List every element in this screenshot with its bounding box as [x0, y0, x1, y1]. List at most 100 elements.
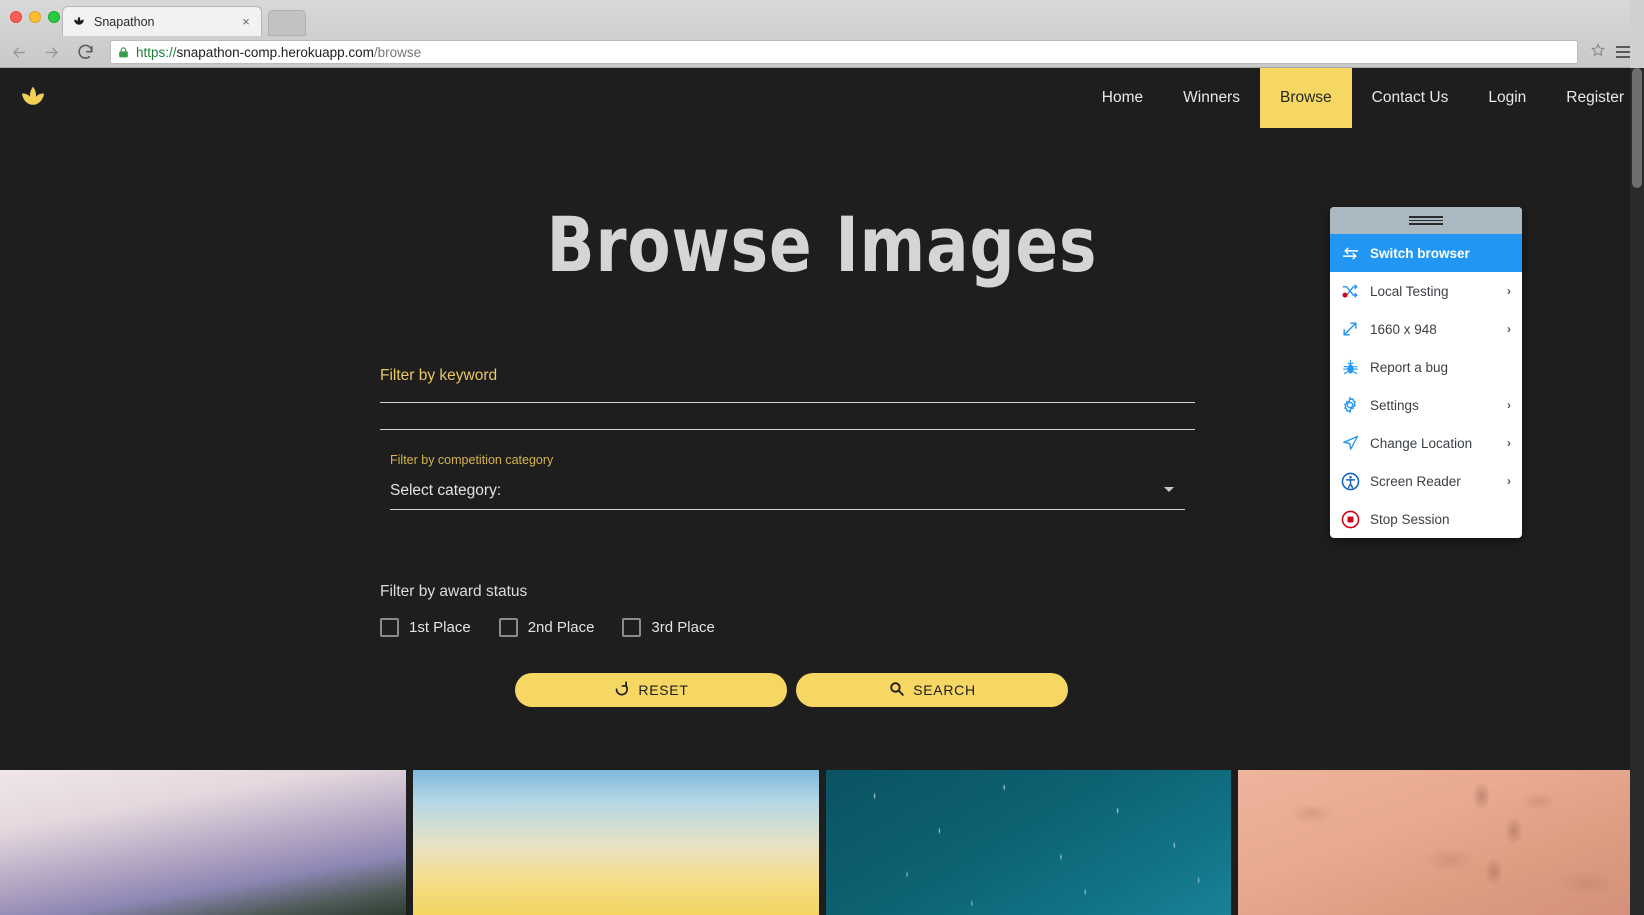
checkbox-box[interactable] [622, 618, 642, 637]
bug-icon [1339, 356, 1361, 378]
lock-icon [117, 45, 130, 60]
starry-teal-sky-thumbnail[interactable] [825, 770, 1232, 915]
new-tab-button[interactable] [268, 10, 306, 36]
panel-item-resolution[interactable]: 1660 x 948 › [1330, 310, 1522, 348]
accessibility-icon [1339, 470, 1361, 492]
reset-refresh-icon [613, 680, 630, 700]
tab-title: Snapathon [94, 14, 155, 29]
panel-item-label: Switch browser [1370, 245, 1470, 261]
award-checkbox-3rd-place[interactable]: 3rd Place [622, 618, 715, 637]
site-navigation: Home Winners Browse Contact Us Login Reg… [1082, 68, 1644, 128]
location-arrow-icon [1339, 432, 1361, 454]
panel-item-screen-reader[interactable]: Screen Reader › [1330, 462, 1522, 500]
category-select[interactable]: Select category: [390, 478, 1185, 504]
search-button-label: SEARCH [913, 682, 976, 698]
panel-item-label: Stop Session [1370, 511, 1450, 527]
search-magnifier-icon [888, 680, 905, 700]
panel-item-report-a-bug[interactable]: Report a bug [1330, 348, 1522, 386]
award-filter-label: Filter by award status [380, 583, 528, 600]
tab-close-icon[interactable]: × [239, 15, 253, 29]
filter-actions: RESET SEARCH [515, 673, 1068, 707]
reset-button-label: RESET [638, 682, 689, 698]
bookmark-star-icon[interactable] [1590, 42, 1606, 63]
page-viewport: Home Winners Browse Contact Us Login Reg… [0, 68, 1644, 915]
switch-browser-icon [1339, 242, 1361, 264]
navigation-toolbar: https://snapathon-comp.herokuapp.com/bro… [0, 36, 1644, 68]
nav-item-winners[interactable]: Winners [1163, 68, 1260, 128]
award-checkbox-group: 1st Place 2nd Place 3rd Place [380, 618, 880, 637]
window-controls[interactable] [10, 11, 60, 23]
award-checkbox-2nd-place[interactable]: 2nd Place [498, 618, 595, 637]
page-scrollbar[interactable] [1630, 68, 1644, 915]
chevron-right-icon: › [1507, 322, 1511, 336]
keyword-filter-label: Filter by keyword [380, 367, 498, 384]
category-filter-label: Filter by competition category [390, 453, 554, 467]
keyword-search-input[interactable] [380, 402, 1195, 403]
maximize-window-button[interactable] [48, 11, 60, 23]
minimize-window-button[interactable] [29, 11, 41, 23]
resize-icon [1339, 318, 1361, 340]
category-filter-field: Filter by competition category Select ca… [390, 453, 1185, 510]
browser-tab[interactable]: Snapathon × [62, 6, 262, 36]
desert-sand-footprints-thumbnail[interactable] [1238, 770, 1644, 915]
chevron-down-icon [1164, 487, 1174, 492]
url-scheme: https:// [136, 44, 177, 60]
category-select-underline [390, 509, 1185, 510]
sunset-sky-thumbnail[interactable] [412, 770, 819, 915]
checkbox-box[interactable] [498, 618, 518, 637]
panel-item-label: Change Location [1370, 435, 1473, 451]
award-checkbox-label: 2nd Place [527, 619, 595, 636]
panel-item-label: Screen Reader [1370, 473, 1461, 489]
category-select-value: Select category: [390, 482, 502, 499]
image-gallery-strip [0, 770, 1644, 915]
url-host: snapathon-comp.herokuapp.com [176, 44, 374, 60]
drag-handle-icon [1409, 216, 1443, 225]
lotus-logo-icon[interactable] [16, 81, 50, 115]
panel-drag-handle[interactable] [1330, 207, 1522, 234]
panel-item-label: 1660 x 948 [1370, 321, 1437, 337]
keyword-filter-field: Filter by keyword [380, 367, 1195, 430]
address-bar[interactable]: https://snapathon-comp.herokuapp.com/bro… [110, 40, 1578, 64]
reset-button[interactable]: RESET [515, 673, 787, 707]
local-testing-icon [1339, 280, 1361, 302]
scrollbar-thumb[interactable] [1632, 68, 1642, 188]
nav-item-contact-us[interactable]: Contact Us [1352, 68, 1469, 128]
lotus-favicon-icon [71, 14, 87, 30]
tab-strip: Snapathon × [0, 0, 1644, 36]
panel-item-settings[interactable]: Settings › [1330, 386, 1522, 424]
keyword-input-underline [380, 429, 1195, 430]
gear-icon [1339, 394, 1361, 416]
url-path: /browse [373, 44, 422, 60]
panel-item-label: Settings [1370, 397, 1419, 413]
panel-item-local-testing[interactable]: Local Testing › [1330, 272, 1522, 310]
reload-icon[interactable] [72, 39, 98, 65]
browserstack-local-panel: Switch browser Local Testing › 1660 x 94… [1330, 207, 1522, 538]
panel-item-stop-session[interactable]: Stop Session [1330, 500, 1522, 538]
award-filter-field: Filter by award status 1st Place 2nd Pla… [380, 583, 880, 637]
award-checkbox-label: 3rd Place [651, 619, 715, 636]
nav-item-home[interactable]: Home [1082, 68, 1163, 128]
panel-item-label: Report a bug [1370, 359, 1449, 375]
forward-arrow-icon[interactable] [38, 39, 64, 65]
site-header: Home Winners Browse Contact Us Login Reg… [0, 68, 1644, 128]
nav-item-login[interactable]: Login [1468, 68, 1546, 128]
chevron-right-icon: › [1507, 474, 1511, 488]
panel-item-label: Local Testing [1370, 283, 1449, 299]
panel-item-switch-browser[interactable]: Switch browser [1330, 234, 1522, 272]
nav-item-browse[interactable]: Browse [1259, 68, 1352, 128]
checkbox-box[interactable] [380, 618, 399, 637]
award-checkbox-1st-place[interactable]: 1st Place [380, 618, 471, 637]
url-text: https://snapathon-comp.herokuapp.com/bro… [136, 45, 421, 60]
stop-session-icon [1339, 508, 1361, 530]
mountain-landscape-thumbnail[interactable] [0, 770, 406, 915]
chevron-right-icon: › [1507, 436, 1511, 450]
award-checkbox-label: 1st Place [409, 619, 471, 636]
chevron-right-icon: › [1507, 284, 1511, 298]
search-button[interactable]: SEARCH [796, 673, 1068, 707]
panel-item-change-location[interactable]: Change Location › [1330, 424, 1522, 462]
close-window-button[interactable] [10, 11, 22, 23]
chrome-scrollbar-gutter [1630, 0, 1644, 68]
browser-chrome: Snapathon × https://snapathon-comp.herok… [0, 0, 1644, 68]
back-arrow-icon[interactable] [6, 39, 32, 65]
chevron-right-icon: › [1507, 398, 1511, 412]
